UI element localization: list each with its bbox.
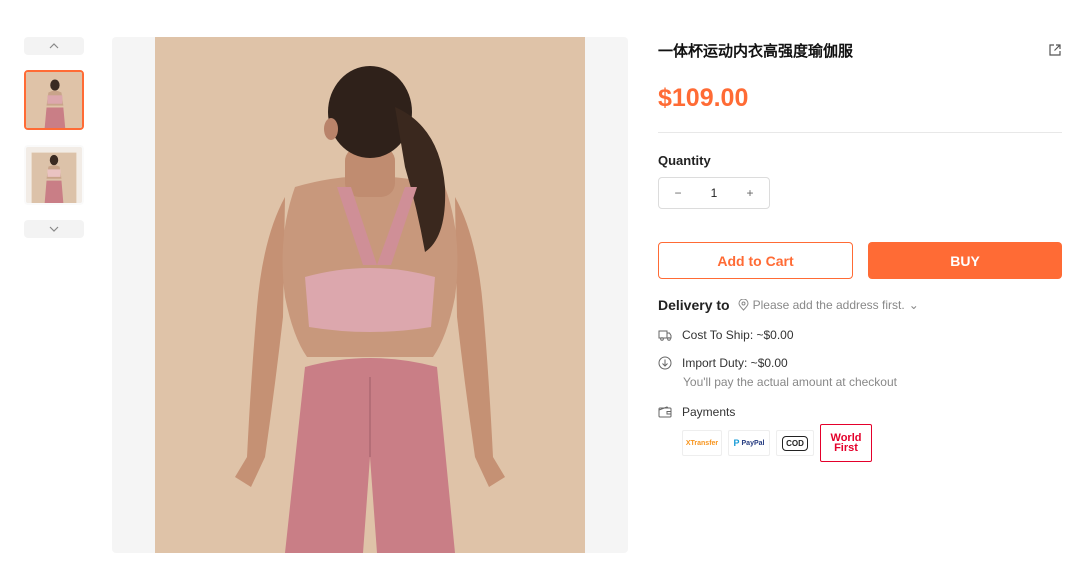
import-duty-row: Import Duty: ~$0.00 (658, 355, 1062, 371)
thumbnail-front-view[interactable] (24, 145, 84, 205)
paypal-p-icon: P (733, 438, 740, 448)
product-price: $109.00 (658, 84, 749, 112)
thumbnail-image (26, 72, 82, 128)
import-duty: Import Duty: ~$0.00 (682, 356, 788, 370)
delivery-label: Delivery to (658, 297, 730, 313)
main-product-image[interactable] (112, 37, 628, 553)
chevron-up-icon (49, 43, 59, 49)
truck-icon (658, 330, 672, 341)
chevron-down-icon: ⌄ (908, 298, 919, 312)
thumbnail-gallery (24, 37, 84, 238)
cod-logo: COD (776, 430, 814, 456)
add-to-cart-button[interactable]: Add to Cart (658, 242, 853, 279)
quantity-stepper: − 1 + (658, 177, 770, 209)
payment-methods: XTransfer P PayPal COD World First (682, 424, 1062, 462)
paypal-label: PayPal (741, 439, 765, 447)
gallery-up-button[interactable] (24, 37, 84, 55)
product-title: 一体杯运动内衣高强度瑜伽服 (658, 42, 854, 60)
worldfirst-logo: World First (820, 424, 872, 462)
product-info-panel: 一体杯运动内衣高强度瑜伽服 $109.00 Quantity − 1 + Add… (658, 37, 1062, 462)
purchase-actions: Add to Cart BUY (658, 242, 1062, 279)
quantity-decrease-button[interactable]: − (671, 186, 685, 200)
address-selector[interactable]: Please add the address first. ⌄ (738, 298, 919, 312)
cod-label: COD (782, 435, 808, 451)
payments-label: Payments (682, 405, 736, 419)
product-photo (155, 37, 585, 553)
worldfirst-line2: First (834, 442, 858, 454)
delivery-row: Delivery to Please add the address first… (658, 296, 1062, 314)
chevron-down-icon (49, 226, 59, 232)
duty-note: You'll pay the actual amount at checkout (683, 375, 897, 389)
payments-row: Payments (658, 404, 1062, 420)
duty-icon (658, 356, 672, 370)
buy-button[interactable]: BUY (868, 242, 1062, 279)
paypal-logo: P PayPal (728, 430, 770, 456)
thumbnail-back-view[interactable] (24, 70, 84, 130)
shipping-cost-row: Cost To Ship: ~$0.00 (658, 327, 1062, 343)
wallet-icon (658, 406, 672, 418)
thumbnail-image (26, 147, 82, 203)
xtransfer-logo: XTransfer (682, 430, 722, 456)
location-pin-icon (738, 299, 749, 311)
shipping-cost: Cost To Ship: ~$0.00 (682, 328, 794, 342)
quantity-value[interactable]: 1 (711, 186, 718, 200)
divider (658, 132, 1062, 133)
address-placeholder: Please add the address first. (752, 298, 905, 312)
share-icon[interactable] (1048, 43, 1062, 57)
gallery-down-button[interactable] (24, 220, 84, 238)
quantity-increase-button[interactable]: + (743, 186, 757, 200)
quantity-label: Quantity (658, 153, 711, 168)
